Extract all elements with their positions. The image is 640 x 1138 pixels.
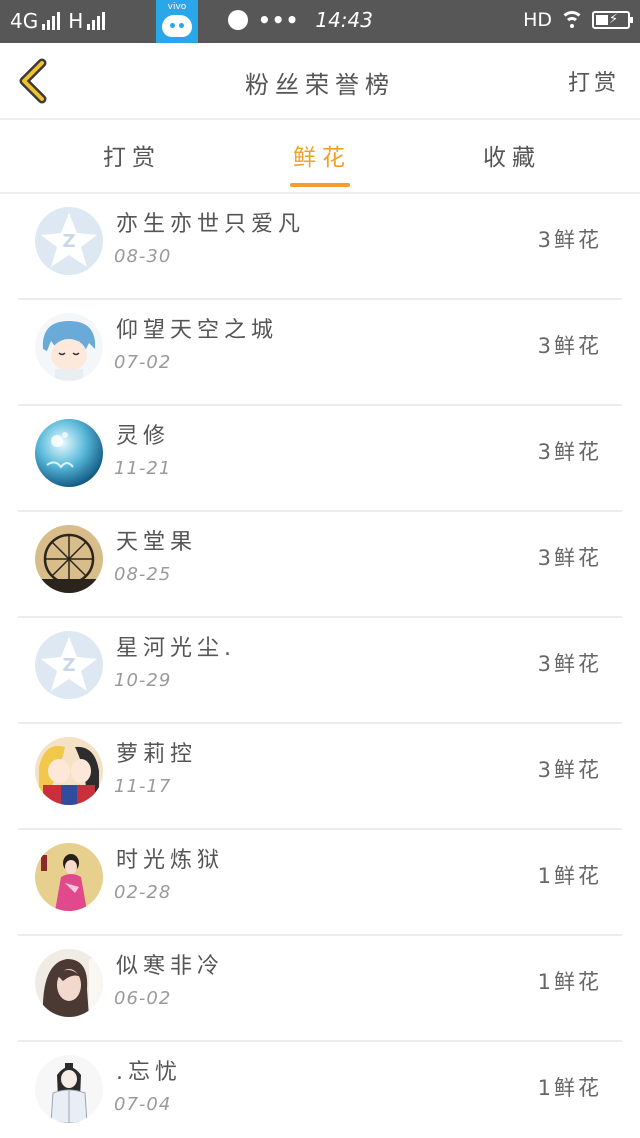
list-item[interactable]: 时光炼狱 02-28 1鲜花 [18,830,622,936]
tab-favorites[interactable]: 收藏 [442,138,582,172]
flower-count: 3鲜花 [537,758,602,782]
flower-count: 1鲜花 [537,1076,602,1100]
tab-bar: 打赏 鲜花 收藏 [0,120,640,194]
status-bar: 4G H vivo ••• 14:43 HD ⚡ [0,0,640,43]
active-tab-indicator [290,183,350,187]
network-type: 4G [10,9,39,33]
avatar [35,949,103,1017]
tip-button[interactable]: 打赏 [568,65,620,97]
signal-icon [42,12,61,30]
svg-text:Z: Z [62,655,75,676]
wifi-icon [560,11,584,29]
fan-date: 11-17 [114,776,172,797]
more-notifications-icon: ••• [258,8,300,32]
fan-name: 仰望天空之城 [116,318,279,343]
fan-date: 02-28 [114,882,172,903]
fan-date: 08-30 [114,246,172,267]
fan-name: 灵修 [116,424,171,449]
fan-name: 似寒非冷 [116,954,225,979]
fan-date: 07-04 [114,1094,172,1115]
tab-flowers[interactable]: 鲜花 [252,138,392,172]
vivo-badge-text: vivo [167,2,187,12]
notification-area: ••• 14:43 [228,8,373,32]
flower-count: 3鲜花 [537,334,602,358]
list-item[interactable]: 天堂果 08-25 3鲜花 [18,512,622,618]
fan-name: 亦生亦世只爱凡 [116,212,306,237]
svg-text:Z: Z [62,231,75,252]
tab-tip[interactable]: 打赏 [62,138,202,172]
avatar [35,843,103,911]
battery-icon: ⚡ [592,11,633,29]
flower-count: 1鲜花 [537,970,602,994]
page-title: 粉丝荣誉榜 [245,71,395,99]
avatar [35,737,103,805]
flower-count: 3鲜花 [537,546,602,570]
list-item[interactable]: 似寒非冷 06-02 1鲜花 [18,936,622,1042]
flower-count: 3鲜花 [537,440,602,464]
system-indicators: HD ⚡ [523,9,633,31]
avatar [35,1055,103,1123]
list-item[interactable]: 仰望天空之城 07-02 3鲜花 [18,300,622,406]
fan-date: 06-02 [114,988,172,1009]
avatar [35,313,103,381]
flower-count: 1鲜花 [537,864,602,888]
list-item[interactable]: 萝莉控 11-17 3鲜花 [18,724,622,830]
vivo-app-icon: vivo [156,0,198,43]
app-header: 粉丝荣誉榜 打赏 [0,43,640,120]
fan-date: 07-02 [114,352,172,373]
fan-name: .忘忧 [116,1060,182,1085]
list-item[interactable]: 灵修 11-21 3鲜花 [18,406,622,512]
flower-count: 3鲜花 [537,652,602,676]
network-type-2: H [68,9,84,33]
avatar [35,419,103,487]
list-item[interactable]: Z 星河光尘. 10-29 3鲜花 [18,618,622,724]
palette-icon [228,10,248,30]
list-item[interactable]: .忘忧 07-04 1鲜花 [18,1042,622,1138]
network-status: 4G H [10,9,113,33]
fan-name: 星河光尘. [116,636,236,661]
fan-name: 天堂果 [116,530,198,555]
list-item[interactable]: Z 亦生亦世只爱凡 08-30 3鲜花 [18,194,622,300]
avatar: Z [35,207,103,275]
clock: 14:43 [315,8,373,32]
hd-indicator: HD [523,9,552,31]
fan-date: 10-29 [114,670,172,691]
fan-name: 萝莉控 [116,742,198,767]
avatar: Z [35,631,103,699]
avatar [35,525,103,593]
flower-count: 3鲜花 [537,228,602,252]
fan-date: 11-21 [114,458,172,479]
fan-name: 时光炼狱 [116,848,225,873]
signal-icon-2 [87,12,106,30]
fan-date: 08-25 [114,564,172,585]
